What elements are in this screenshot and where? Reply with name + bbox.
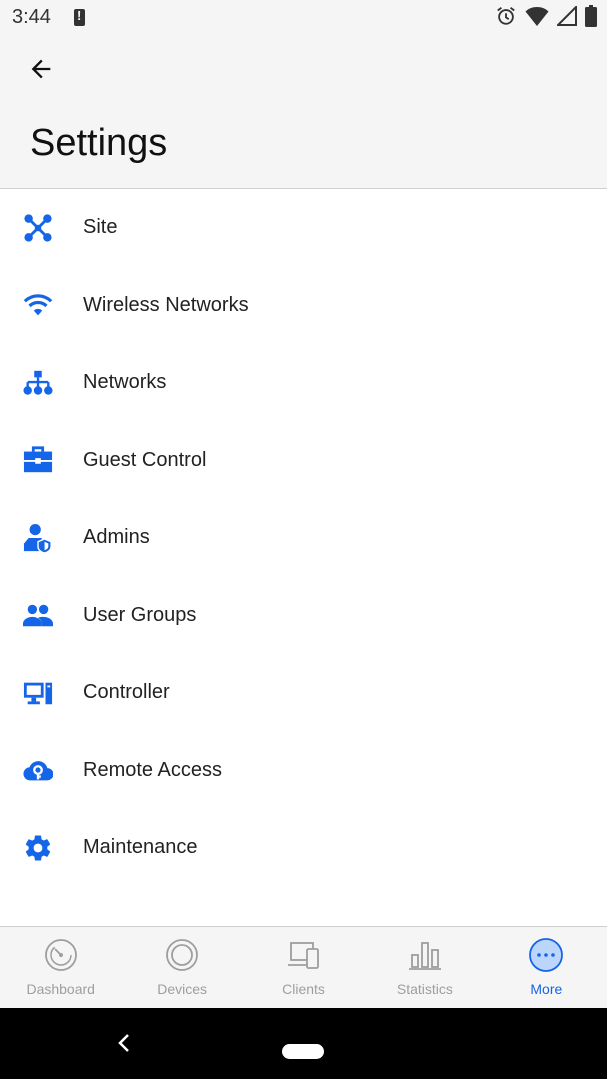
clients-devices-icon [286, 937, 322, 973]
status-bar: 3:44 [0, 0, 607, 36]
settings-item-site[interactable]: Site [0, 189, 607, 267]
settings-item-label: Remote Access [83, 758, 222, 781]
tab-more[interactable]: More [486, 927, 607, 1009]
app-bar: Settings [0, 36, 607, 189]
gear-icon [23, 833, 53, 863]
tab-label: Devices [157, 981, 207, 997]
settings-item-wireless-networks[interactable]: Wireless Networks [0, 267, 607, 345]
system-back-icon[interactable] [112, 1030, 136, 1056]
settings-item-label: User Groups [83, 603, 197, 626]
settings-list: Site Wireless Networks Networks Guest Co… [0, 189, 607, 887]
more-dots-icon [528, 937, 564, 973]
alarm-icon [497, 7, 515, 25]
settings-item-maintenance[interactable]: Maintenance [0, 809, 607, 887]
bottom-nav: Dashboard Devices Clients Statistics Mor… [0, 926, 607, 1009]
settings-item-label: Networks [83, 371, 167, 394]
settings-item-label: Maintenance [83, 836, 198, 859]
system-home-button[interactable] [282, 1044, 324, 1059]
back-button[interactable] [18, 50, 64, 88]
settings-item-admins[interactable]: Admins [0, 499, 607, 577]
briefcase-icon [23, 445, 53, 475]
arrow-back-icon [31, 59, 51, 79]
tab-devices[interactable]: Devices [121, 927, 242, 1009]
page-title: Settings [30, 122, 168, 164]
settings-item-label: Guest Control [83, 448, 207, 471]
tab-clients[interactable]: Clients [243, 927, 364, 1009]
settings-item-label: Controller [83, 681, 170, 704]
site-network-icon [23, 213, 53, 243]
settings-item-label: Admins [83, 526, 150, 549]
settings-item-guest-control[interactable]: Guest Control [0, 422, 607, 500]
tab-label: Dashboard [26, 981, 95, 997]
settings-item-label: Wireless Networks [83, 293, 249, 316]
tab-label: More [530, 981, 563, 997]
tab-label: Statistics [396, 981, 453, 997]
settings-item-label: Site [83, 216, 118, 239]
wifi-icon [23, 290, 53, 320]
settings-item-controller[interactable]: Controller [0, 654, 607, 732]
system-nav-bar [0, 1008, 607, 1079]
tab-label: Clients [282, 981, 325, 997]
battery-icon [585, 5, 597, 27]
status-time: 3:44 [12, 6, 51, 28]
status-icons [495, 5, 597, 27]
bar-chart-icon [407, 937, 443, 973]
settings-item-remote-access[interactable]: Remote Access [0, 732, 607, 810]
cloud-key-icon [23, 755, 53, 785]
device-circle-icon [164, 937, 200, 973]
tab-dashboard[interactable]: Dashboard [0, 927, 121, 1009]
desktop-computer-icon [23, 678, 53, 708]
alert-icon [74, 8, 85, 26]
hierarchy-network-icon [23, 368, 53, 398]
signal-icon [557, 6, 577, 26]
settings-item-networks[interactable]: Networks [0, 344, 607, 422]
tab-statistics[interactable]: Statistics [364, 927, 485, 1009]
wifi-icon [525, 7, 549, 26]
settings-item-user-groups[interactable]: User Groups [0, 577, 607, 655]
admin-shield-icon [23, 523, 53, 554]
user-group-icon [23, 600, 53, 630]
dashboard-gauge-icon [43, 937, 79, 973]
